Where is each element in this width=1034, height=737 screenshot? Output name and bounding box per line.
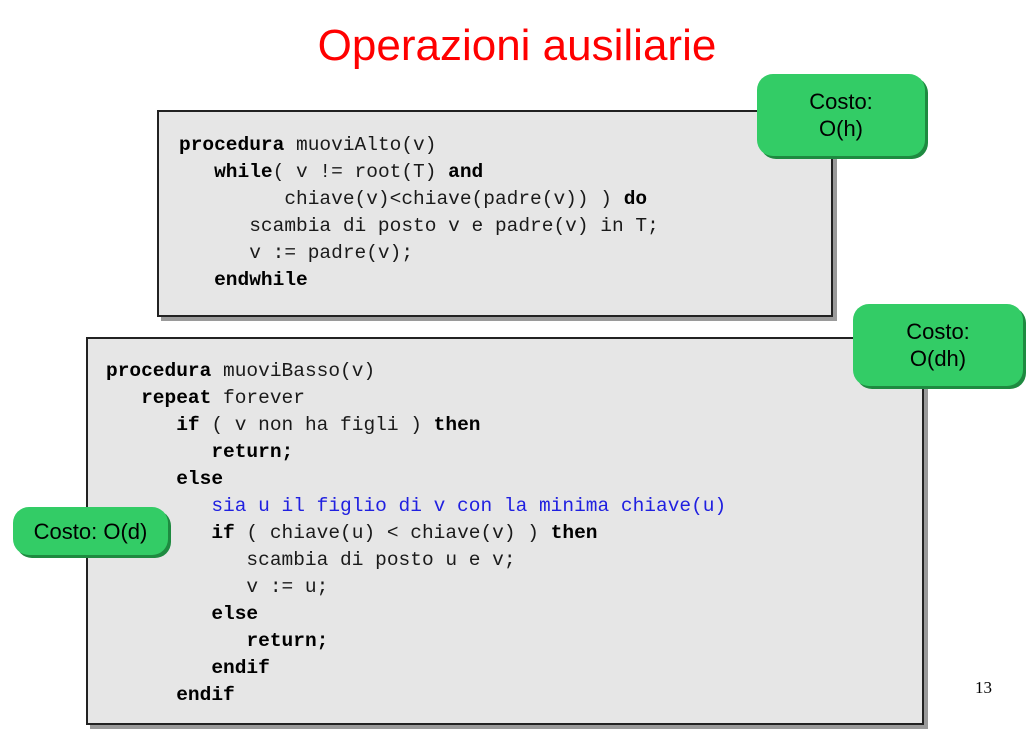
code-keyword: if: [211, 522, 235, 544]
code-line: chiave(v)<chiave(padre(v)) ) do: [179, 186, 647, 212]
code-keyword: and: [448, 161, 484, 183]
code-line: sia u il figlio di v con la minima chiav…: [106, 493, 726, 519]
code-keyword: procedura: [106, 360, 212, 382]
code-keyword: return;: [246, 630, 329, 652]
code-text: scambia di posto v e padre(v) in T;: [179, 215, 659, 237]
code-line: if ( v non ha figli ) then: [106, 412, 480, 438]
code-line: scambia di posto v e padre(v) in T;: [179, 213, 659, 239]
code-line: while( v != root(T) and: [179, 159, 483, 185]
code-keyword: procedura: [179, 134, 285, 156]
code-keyword: else: [176, 468, 224, 490]
callout-cost-up-line1: Costo:: [809, 89, 873, 114]
code-text: sia u il figlio di v con la minima chiav…: [106, 495, 727, 517]
code-text: muoviAlto(v): [284, 134, 437, 156]
callout-cost-child: Costo: O(d): [13, 507, 168, 555]
code-text: ( v non ha figli ): [199, 414, 434, 436]
code-text: chiave(v)<chiave(padre(v)) ): [179, 188, 624, 210]
code-line: return;: [106, 628, 328, 654]
code-keyword: else: [211, 603, 259, 625]
code-keyword: endwhile: [214, 269, 308, 291]
code-keyword: endif: [176, 684, 235, 706]
code-text: v := padre(v);: [179, 242, 414, 264]
code-line: endif: [106, 682, 235, 708]
code-keyword: repeat: [141, 387, 212, 409]
page-number: 13: [975, 678, 992, 697]
code-keyword: if: [176, 414, 200, 436]
code-line: repeat forever: [106, 385, 305, 411]
code-box-muovi-alto: procedura muoviAlto(v) while( v != root(…: [157, 110, 833, 317]
code-text: forever: [211, 387, 305, 409]
code-keyword: while: [214, 161, 273, 183]
callout-cost-down: Costo: O(dh): [853, 304, 1023, 386]
code-line: procedura muoviBasso(v): [106, 358, 375, 384]
code-line: else: [106, 466, 223, 492]
callout-cost-down-line2: O(dh): [909, 346, 967, 371]
code-keyword: then: [550, 522, 598, 544]
code-line: return;: [106, 439, 293, 465]
code-line: scambia di posto u e v;: [106, 547, 516, 573]
code-text: v := u;: [106, 576, 329, 598]
code-line: v := padre(v);: [179, 240, 413, 266]
code-keyword: return;: [211, 441, 294, 463]
callout-cost-up-line2: O(h): [819, 116, 863, 141]
code-text: muoviBasso(v): [211, 360, 376, 382]
code-text: ( v != root(T): [272, 161, 449, 183]
code-box-muovi-basso: procedura muoviBasso(v) repeat forever i…: [86, 337, 924, 725]
callout-cost-up: Costo: O(h): [757, 74, 925, 156]
code-line: endif: [106, 655, 270, 681]
code-keyword: endif: [211, 657, 270, 679]
code-line: procedura muoviAlto(v): [179, 132, 436, 158]
code-keyword: do: [623, 188, 648, 210]
code-text: scambia di posto u e v;: [106, 549, 516, 571]
code-line: if ( chiave(u) < chiave(v) ) then: [106, 520, 598, 546]
code-line: endwhile: [179, 267, 308, 293]
callout-cost-down-line1: Costo:: [906, 319, 970, 344]
code-text: ( chiave(u) < chiave(v) ): [234, 522, 551, 544]
code-line: else: [106, 601, 258, 627]
code-line: v := u;: [106, 574, 328, 600]
code-keyword: then: [433, 414, 481, 436]
callout-cost-child-line1: Costo: O(d): [33, 518, 148, 544]
